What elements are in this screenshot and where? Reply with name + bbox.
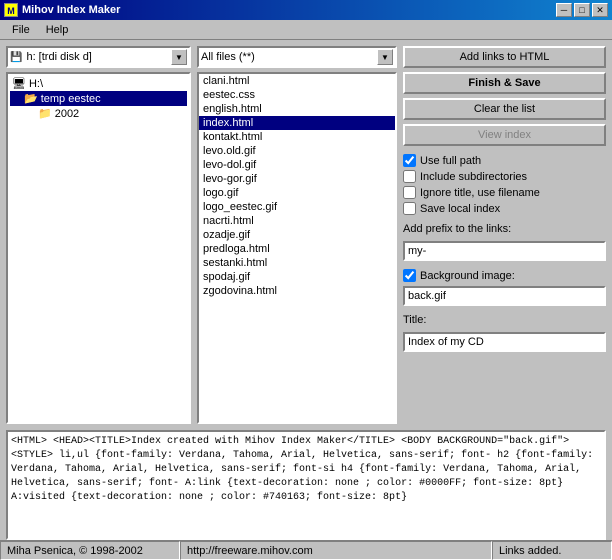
save-local-label: Save local index (420, 203, 500, 215)
file-item[interactable]: levo-dol.gif (199, 158, 395, 172)
menu-file[interactable]: File (4, 22, 38, 38)
save-local-checkbox-row[interactable]: Save local index (403, 202, 606, 215)
file-list[interactable]: clani.html eestec.css english.html index… (197, 72, 397, 424)
status-url: http://freeware.mihov.com (180, 541, 492, 560)
status-message: Links added. (492, 541, 612, 560)
close-button[interactable]: ✕ (592, 3, 608, 17)
ignore-title-checkbox[interactable] (403, 186, 416, 199)
file-item[interactable]: english.html (199, 102, 395, 116)
filter-label: All files (**) (201, 51, 377, 63)
title-bar: M Mihov Index Maker ─ □ ✕ (0, 0, 612, 20)
title-bar-left: M Mihov Index Maker (4, 3, 120, 17)
file-item[interactable]: kontakt.html (199, 130, 395, 144)
drive-selector[interactable]: 💾 h: [trdi disk d] ▼ (6, 46, 191, 68)
ignore-title-checkbox-row[interactable]: Ignore title, use filename (403, 186, 606, 199)
add-prefix-label: Add prefix to the links: (403, 223, 606, 235)
maximize-button[interactable]: □ (574, 3, 590, 17)
add-prefix-input[interactable] (403, 241, 606, 261)
ignore-title-label: Ignore title, use filename (420, 187, 540, 199)
menu-help[interactable]: Help (38, 22, 77, 38)
include-subdirs-label: Include subdirectories (420, 171, 527, 183)
file-item[interactable]: eestec.css (199, 88, 395, 102)
file-item[interactable]: predloga.html (199, 242, 395, 256)
status-copyright: Miha Psenica, © 1998-2002 (0, 541, 180, 560)
html-preview[interactable]: <HTML> <HEAD><TITLE>Index created with M… (6, 430, 606, 540)
app-icon: M (4, 3, 18, 17)
checkboxes-panel: Use full path Include subdirectories Ign… (403, 154, 606, 215)
background-image-checkbox[interactable] (403, 269, 416, 282)
tree-label-temp-eestec: temp eestec (41, 93, 101, 105)
drive-icon: 💾 (10, 52, 22, 63)
background-image-input[interactable] (403, 286, 606, 306)
main-content: 💾 h: [trdi disk d] ▼ 🖥 H:\ 📂 temp eestec… (0, 40, 612, 430)
app-title: Mihov Index Maker (22, 4, 120, 16)
file-item[interactable]: levo-gor.gif (199, 172, 395, 186)
use-full-path-checkbox-row[interactable]: Use full path (403, 154, 606, 167)
tree-label-2002: 2002 (55, 108, 79, 120)
file-item[interactable]: ozadje.gif (199, 228, 395, 242)
drive-dropdown-button[interactable]: ▼ (171, 49, 187, 65)
view-index-button[interactable]: View index (403, 124, 606, 146)
title-label: Title: (403, 314, 606, 326)
filter-dropdown[interactable]: All files (**) ▼ (197, 46, 397, 68)
drive-label: h: [trdi disk d] (26, 51, 171, 63)
tree-item-2002[interactable]: 📁 2002 (10, 106, 187, 121)
save-local-checkbox[interactable] (403, 202, 416, 215)
tree-item-drive[interactable]: 🖥 H:\ (10, 76, 187, 91)
menu-bar: File Help (0, 20, 612, 40)
file-item[interactable]: nacrti.html (199, 214, 395, 228)
filter-dropdown-button[interactable]: ▼ (377, 49, 393, 65)
file-list-panel: All files (**) ▼ clani.html eestec.css e… (197, 46, 397, 424)
tree-label-drive: H:\ (29, 78, 43, 90)
file-item[interactable]: sestanki.html (199, 256, 395, 270)
finish-save-button[interactable]: Finish & Save (403, 72, 606, 94)
file-item[interactable]: zgodovina.html (199, 284, 395, 298)
title-input[interactable] (403, 332, 606, 352)
title-bar-controls: ─ □ ✕ (556, 3, 608, 17)
file-item[interactable]: levo.old.gif (199, 144, 395, 158)
add-links-button[interactable]: Add links to HTML (403, 46, 606, 68)
status-bar: Miha Psenica, © 1998-2002 http://freewar… (0, 540, 612, 560)
tree-item-temp-eestec[interactable]: 📂 temp eestec (10, 91, 187, 106)
file-item[interactable]: logo.gif (199, 186, 395, 200)
folder-open-icon: 📂 (24, 92, 38, 105)
right-panel: Add links to HTML Finish & Save Clear th… (403, 46, 606, 424)
file-item[interactable]: clani.html (199, 74, 395, 88)
clear-list-button[interactable]: Clear the list (403, 98, 606, 120)
file-item[interactable]: spodaj.gif (199, 270, 395, 284)
file-item[interactable]: logo_eestec.gif (199, 200, 395, 214)
minimize-button[interactable]: ─ (556, 3, 572, 17)
background-image-checkbox-row[interactable]: Background image: (403, 269, 606, 282)
drive-tree-icon: 🖥 (12, 77, 26, 90)
use-full-path-checkbox[interactable] (403, 154, 416, 167)
file-tree[interactable]: 🖥 H:\ 📂 temp eestec 📁 2002 (6, 72, 191, 424)
background-image-label: Background image: (420, 270, 515, 282)
include-subdirs-checkbox[interactable] (403, 170, 416, 183)
use-full-path-label: Use full path (420, 155, 481, 167)
file-item-selected[interactable]: index.html (199, 116, 395, 130)
include-subdirs-checkbox-row[interactable]: Include subdirectories (403, 170, 606, 183)
folder-icon-2002: 📁 (38, 107, 52, 120)
left-panel: 💾 h: [trdi disk d] ▼ 🖥 H:\ 📂 temp eestec… (6, 46, 191, 424)
